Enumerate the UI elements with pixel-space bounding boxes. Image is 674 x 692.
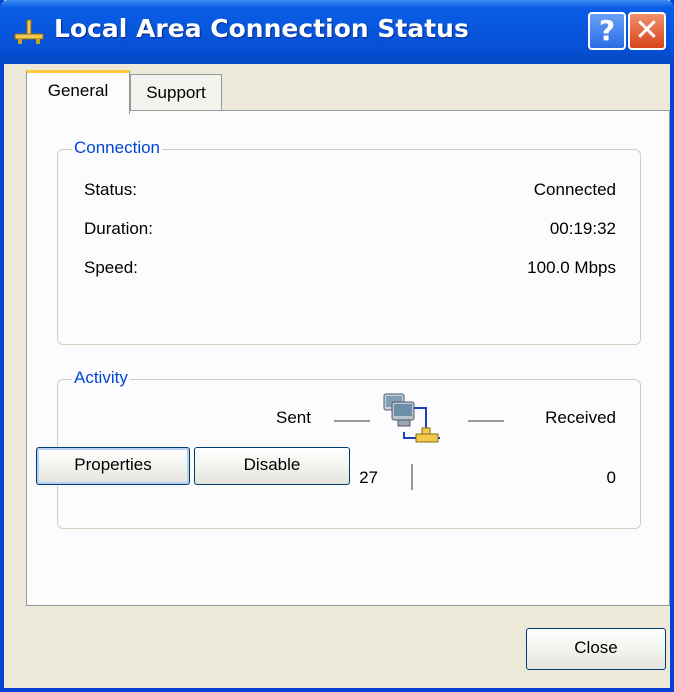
activity-legend: Activity bbox=[72, 368, 130, 388]
help-button[interactable]: ? bbox=[588, 12, 626, 50]
duration-label: Duration: bbox=[84, 219, 153, 238]
tab-support[interactable]: Support bbox=[130, 74, 222, 110]
status-value: Connected bbox=[533, 180, 616, 199]
status-label: Status: bbox=[84, 180, 137, 199]
speed-label: Speed: bbox=[84, 258, 138, 277]
speed-value: 100.0 Mbps bbox=[527, 258, 616, 277]
network-computers-icon bbox=[383, 393, 440, 443]
sent-label: Sent bbox=[276, 408, 311, 427]
close-window-button[interactable]: ✕ bbox=[628, 12, 666, 50]
status-dialog: Local Area Connection Status ? ✕ General… bbox=[0, 0, 674, 692]
connection-groupbox: Connection Status: Connected Duration: 0… bbox=[57, 138, 641, 345]
tab-general[interactable]: General bbox=[26, 70, 130, 114]
window-title: Local Area Connection Status bbox=[54, 14, 469, 43]
received-label: Received bbox=[545, 408, 616, 427]
received-connector-line bbox=[468, 420, 504, 422]
title-bar[interactable]: Local Area Connection Status ? ✕ bbox=[0, 0, 674, 64]
general-tab-panel: Connection Status: Connected Duration: 0… bbox=[26, 110, 670, 606]
duration-value: 00:19:32 bbox=[549, 219, 616, 238]
packets-sent-value: 27 bbox=[359, 468, 378, 487]
properties-button[interactable]: Properties bbox=[36, 447, 190, 485]
sent-connector-line bbox=[334, 420, 370, 422]
packets-received-value: 0 bbox=[606, 468, 616, 487]
connection-legend: Connection bbox=[72, 138, 163, 158]
disable-button[interactable]: Disable bbox=[194, 447, 350, 485]
packets-divider bbox=[411, 464, 413, 490]
network-connection-icon bbox=[14, 19, 44, 44]
close-button[interactable]: Close bbox=[526, 628, 666, 670]
